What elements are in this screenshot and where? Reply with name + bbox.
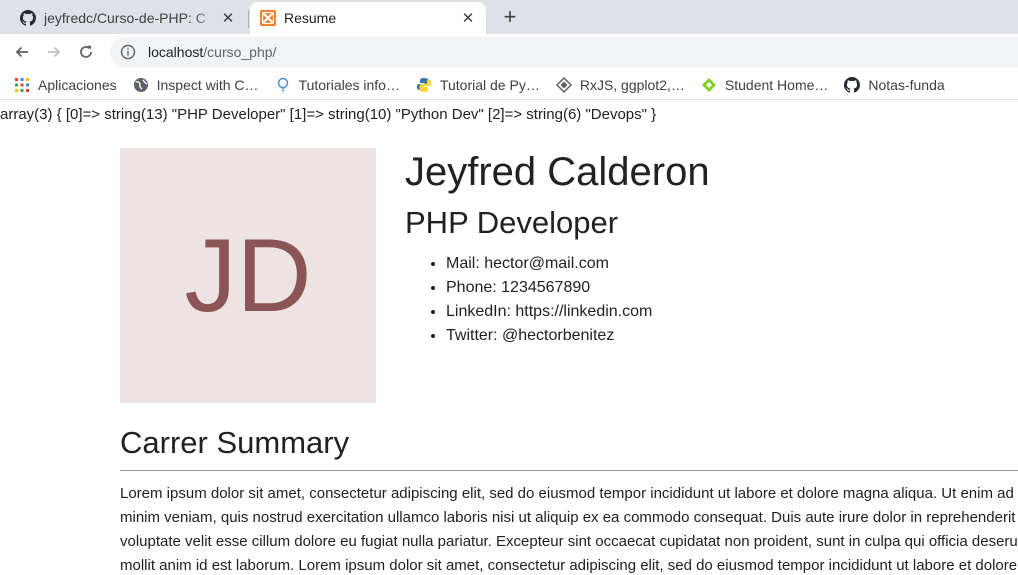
- contact-mail: Mail: hector@mail.com: [446, 252, 652, 276]
- arrow-right-icon: [48, 46, 61, 58]
- tab-strip: jeyfredc/Curso-de-PHP: C ✕ Resume ✕ +: [0, 0, 1018, 34]
- bookmark-label: RxJS, ggplot2,…: [579, 77, 685, 93]
- github-icon: [844, 77, 861, 93]
- tab-title: Resume: [284, 10, 337, 26]
- bookmarks-bar: Aplicaciones Inspect with C… Tutoriales …: [0, 71, 1018, 100]
- tab-title: jeyfredc/Curso-de-PHP: C: [44, 10, 206, 26]
- info-icon[interactable]: [120, 44, 136, 60]
- close-icon[interactable]: ✕: [458, 8, 478, 28]
- forward-button[interactable]: [41, 39, 67, 65]
- reload-button[interactable]: [73, 39, 99, 65]
- bookmark-python[interactable]: Tutorial de Py…: [416, 77, 540, 93]
- bulb-icon: [275, 77, 291, 93]
- bookmark-apps[interactable]: Aplicaciones: [14, 77, 117, 93]
- tab-resume[interactable]: Resume ✕: [250, 2, 486, 34]
- bookmark-label: Aplicaciones: [38, 77, 117, 93]
- url-host: localhost: [148, 44, 204, 60]
- url-path: /curso_php/: [203, 44, 277, 60]
- url-text: localhost/curso_php/: [148, 44, 276, 60]
- bookmark-tutoriales[interactable]: Tutoriales info…: [275, 77, 400, 93]
- bookmark-label: Student Home…: [724, 77, 829, 93]
- github-icon: [20, 10, 36, 26]
- diamond-icon: [555, 77, 572, 93]
- reload-icon: [80, 45, 92, 58]
- page-content: array(3) { [0]=> string(13) "PHP Develop…: [0, 100, 1018, 575]
- browser-toolbar: localhost/curso_php/: [0, 34, 1018, 71]
- new-tab-button[interactable]: +: [497, 6, 523, 30]
- bookmark-notas[interactable]: Notas-funda: [844, 77, 945, 93]
- bookmark-rxjs[interactable]: RxJS, ggplot2,…: [555, 77, 685, 93]
- back-button[interactable]: [9, 39, 35, 65]
- globe-icon: [133, 77, 149, 93]
- summary-text: Lorem ipsum dolor sit amet, consectetur …: [120, 485, 1018, 574]
- contact-list: Mail: hector@mail.com Phone: 1234567890 …: [446, 252, 652, 348]
- python-icon: [416, 77, 432, 93]
- bookmark-inspect[interactable]: Inspect with C…: [133, 77, 259, 93]
- diamond-green-icon: [701, 77, 717, 93]
- arrow-left-icon: [15, 46, 28, 58]
- contact-linkedin: LinkedIn: https://linkedin.com: [446, 300, 652, 324]
- contact-phone: Phone: 1234567890: [446, 276, 652, 300]
- tab-github-repo[interactable]: jeyfredc/Curso-de-PHP: C ✕: [10, 2, 246, 34]
- xampp-icon: [260, 10, 276, 26]
- bookmark-label: Tutoriales info…: [298, 77, 400, 93]
- tab-separator: [248, 10, 249, 28]
- close-icon[interactable]: ✕: [218, 8, 238, 28]
- bookmark-label: Inspect with C…: [156, 77, 259, 93]
- photo-initials: JD: [184, 217, 312, 334]
- address-bar[interactable]: localhost/curso_php/: [110, 37, 1018, 67]
- profile-photo: JD: [120, 148, 376, 403]
- apps-grid-icon: [14, 77, 30, 93]
- bookmark-label: Notas-funda: [868, 77, 945, 93]
- summary-heading: Carrer Summary: [120, 425, 350, 460]
- section-divider: [120, 470, 1018, 471]
- contact-twitter: Twitter: @hectorbenitez: [446, 324, 652, 348]
- profile-name: Jeyfred Calderon: [405, 150, 710, 194]
- var-dump-output: array(3) { [0]=> string(13) "PHP Develop…: [0, 106, 657, 123]
- bookmark-student-home[interactable]: Student Home…: [701, 77, 829, 93]
- bookmark-label: Tutorial de Py…: [439, 77, 540, 93]
- profile-role: PHP Developer: [405, 205, 619, 240]
